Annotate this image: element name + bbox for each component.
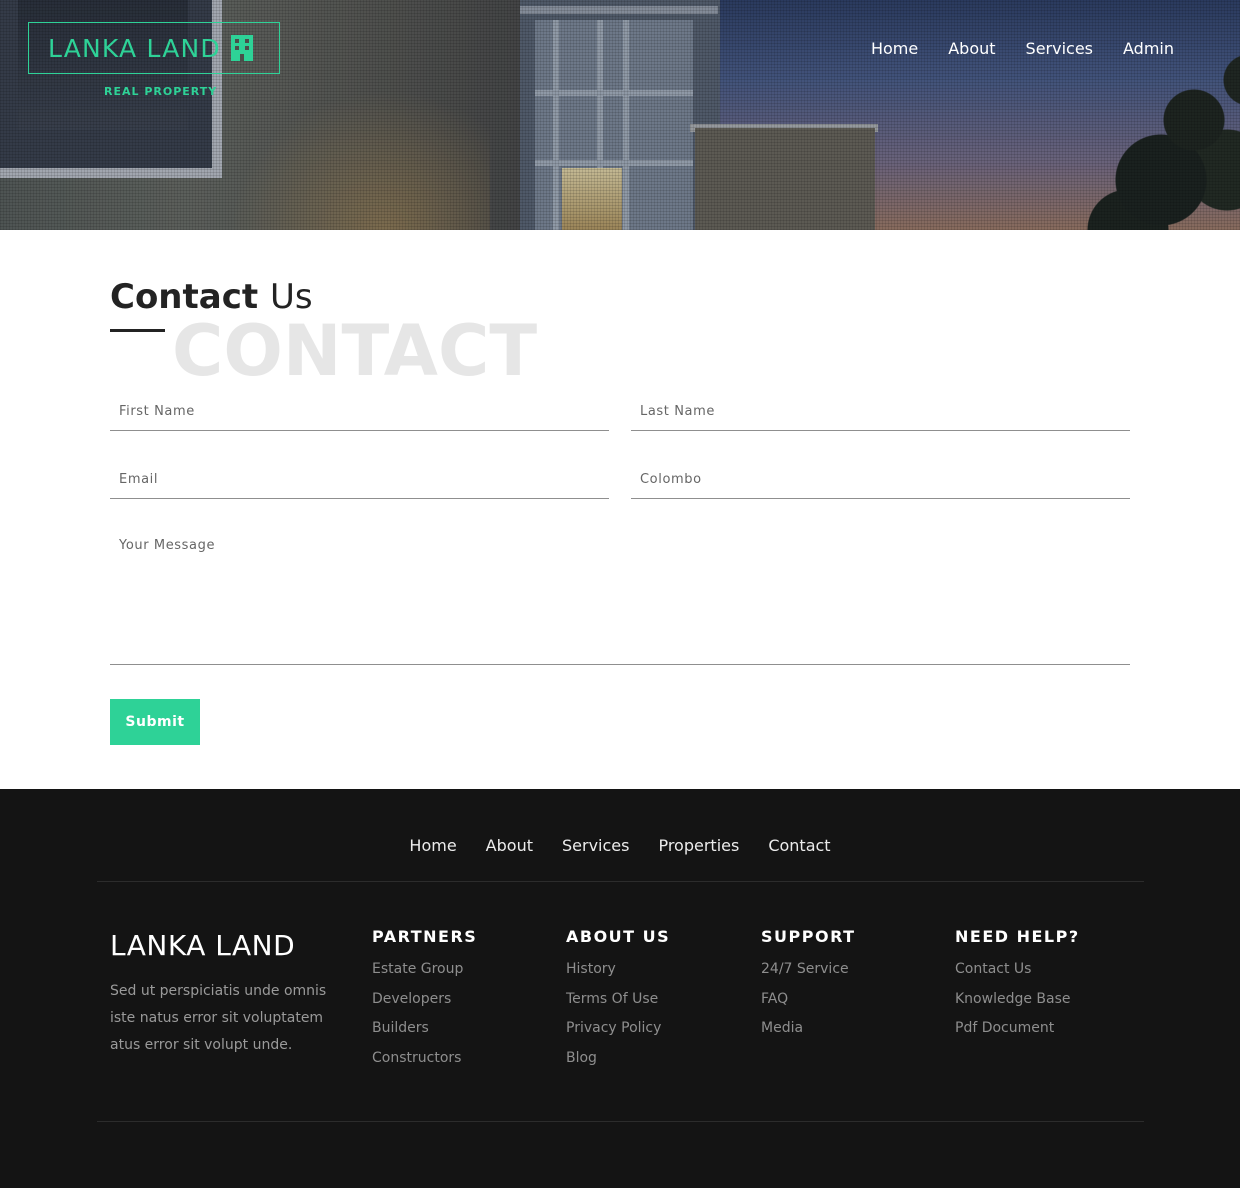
building-icon	[230, 35, 253, 61]
footer-column-title: NEED HELP?	[955, 927, 1080, 946]
nav-admin[interactable]: Admin	[1123, 39, 1174, 58]
contact-section: CONTACT Contact Us Submit	[0, 230, 1240, 789]
footer-link[interactable]: Contact Us	[955, 961, 1031, 977]
nav-home[interactable]: Home	[871, 39, 918, 58]
footer-column-about: ABOUT US History Terms Of Use Privacy Po…	[566, 927, 670, 1078]
message-field[interactable]	[110, 529, 1130, 664]
footer-link[interactable]: 24/7 Service	[761, 961, 849, 977]
footer-nav-services[interactable]: Services	[562, 836, 629, 855]
footer-link[interactable]: Estate Group	[372, 961, 463, 977]
email-field[interactable]	[110, 461, 609, 498]
footer-nav-home[interactable]: Home	[409, 836, 456, 855]
footer-divider-bottom	[97, 1121, 1144, 1122]
footer-link[interactable]: Constructors	[372, 1050, 461, 1066]
title-bold: Contact	[110, 277, 259, 317]
footer-link[interactable]: History	[566, 961, 616, 977]
footer-nav-properties[interactable]: Properties	[658, 836, 739, 855]
footer-link[interactable]: Pdf Document	[955, 1020, 1054, 1036]
footer-nav-about[interactable]: About	[486, 836, 533, 855]
brand-logo[interactable]: LANKA LAND	[28, 22, 280, 74]
footer-link[interactable]: Blog	[566, 1050, 597, 1066]
contact-background-word: CONTACT	[172, 310, 538, 392]
email-wrapper	[110, 461, 609, 499]
nav-services[interactable]: Services	[1026, 39, 1093, 58]
footer-column-partners: PARTNERS Estate Group Developers Builder…	[372, 927, 477, 1078]
footer-column-title: ABOUT US	[566, 927, 671, 946]
first-name-wrapper	[110, 393, 609, 431]
footer-navigation: Home About Services Properties Contact	[0, 836, 1240, 855]
footer-divider-top	[97, 881, 1144, 882]
footer: Home About Services Properties Contact L…	[0, 789, 1240, 1188]
footer-column-title: PARTNERS	[372, 927, 478, 946]
footer-link[interactable]: Media	[761, 1020, 803, 1036]
brand-tagline: REAL PROPERTY	[104, 85, 218, 98]
footer-link[interactable]: FAQ	[761, 991, 788, 1007]
footer-link[interactable]: Developers	[372, 991, 451, 1007]
footer-link[interactable]: Builders	[372, 1020, 429, 1036]
footer-link[interactable]: Terms Of Use	[566, 991, 658, 1007]
first-name-field[interactable]	[110, 393, 609, 430]
message-wrapper	[110, 529, 1130, 665]
footer-link[interactable]: Privacy Policy	[566, 1020, 661, 1036]
city-wrapper	[631, 461, 1130, 499]
footer-column-title: SUPPORT	[761, 927, 856, 946]
footer-column-support: SUPPORT 24/7 Service FAQ Media	[761, 927, 856, 1049]
hero-banner: LANKA LAND REAL PROPERTY Home About Serv…	[0, 0, 1240, 230]
footer-link[interactable]: Knowledge Base	[955, 991, 1071, 1007]
footer-nav-contact[interactable]: Contact	[768, 836, 830, 855]
last-name-wrapper	[631, 393, 1130, 431]
top-navigation: Home About Services Admin	[871, 39, 1174, 58]
brand-name: LANKA LAND	[48, 33, 221, 63]
title-light: Us	[269, 277, 313, 317]
submit-button[interactable]: Submit	[110, 699, 200, 745]
footer-description: Sed ut perspiciatis unde omnis iste natu…	[110, 983, 327, 1053]
last-name-field[interactable]	[631, 393, 1130, 430]
nav-about[interactable]: About	[948, 39, 995, 58]
city-field[interactable]	[631, 461, 1130, 498]
title-underline	[110, 329, 165, 332]
footer-brand: LANKA LAND	[110, 929, 296, 962]
page-title: Contact Us	[110, 277, 313, 317]
footer-column-help: NEED HELP? Contact Us Knowledge Base Pdf…	[955, 927, 1080, 1049]
